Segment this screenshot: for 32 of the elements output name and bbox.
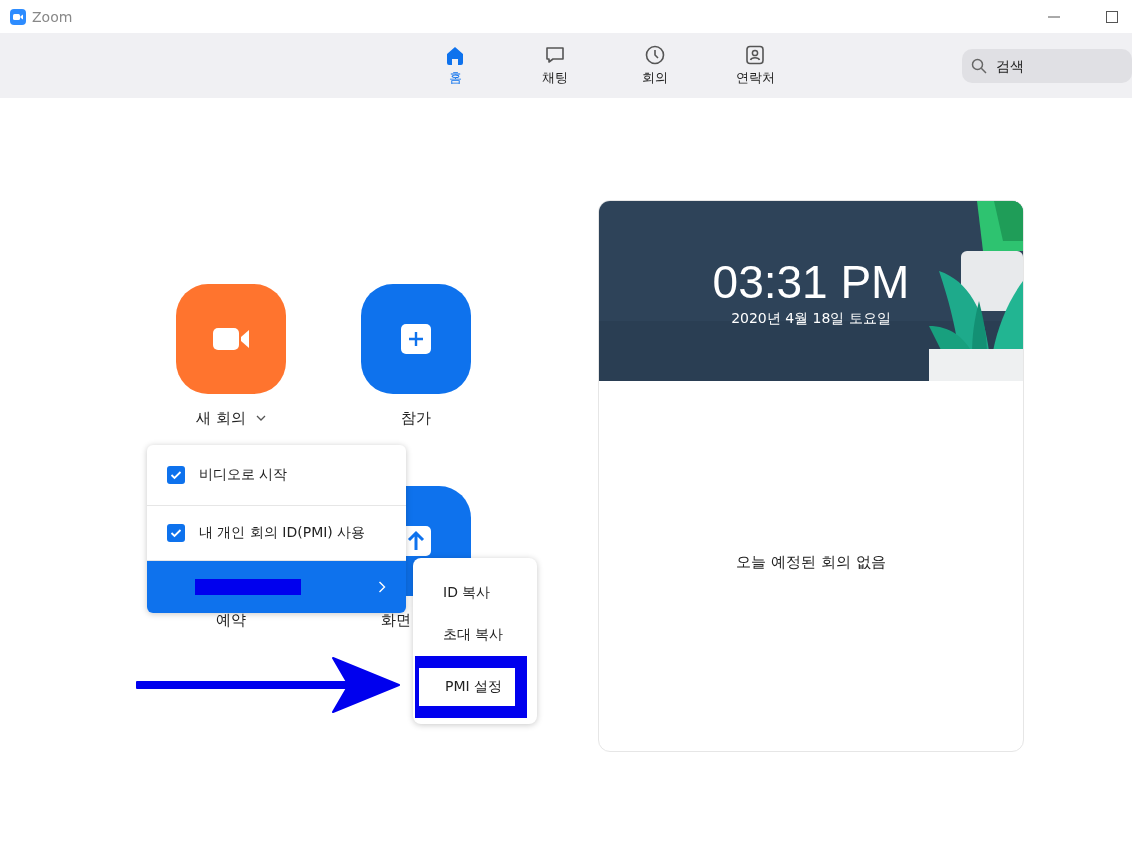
- empty-message: 오늘 예정된 회의 없음: [736, 552, 886, 572]
- window-title: Zoom: [32, 8, 73, 25]
- chat-icon: [544, 44, 566, 66]
- nav-tab[interactable]: 연락처: [705, 33, 805, 98]
- action-label: 참가: [401, 408, 431, 428]
- home-icon: [444, 44, 466, 66]
- menu-item[interactable]: [147, 560, 406, 613]
- caret-icon[interactable]: [255, 415, 266, 421]
- nav-tab[interactable]: 채팅: [505, 33, 605, 98]
- menu-item[interactable]: ID 복사: [413, 572, 537, 614]
- clock-time: 03:31 PM: [712, 257, 910, 308]
- search-field[interactable]: 검색: [962, 48, 1132, 83]
- maximize-icon[interactable]: [1106, 10, 1118, 23]
- action-button[interactable]: [361, 284, 471, 394]
- action-button[interactable]: [176, 284, 286, 394]
- menu-item[interactable]: 비디오로 시작: [147, 445, 406, 505]
- action-label: 예약: [216, 610, 246, 630]
- clock-icon: [644, 44, 666, 66]
- menu-item[interactable]: PMI 설정: [415, 656, 527, 718]
- contact-icon: [744, 44, 766, 66]
- action-label: 화면: [381, 610, 411, 630]
- date-text: 2020년 4월 18일 토요일: [731, 309, 891, 328]
- plus-icon: [401, 324, 431, 354]
- nav-tab[interactable]: 회의: [605, 33, 705, 98]
- search-icon: [971, 57, 987, 74]
- chevron-right-icon: [378, 581, 386, 593]
- checkbox[interactable]: [167, 524, 185, 542]
- menu-item[interactable]: 초대 복사: [413, 614, 537, 656]
- action-label: 새 회의: [196, 408, 246, 428]
- checkbox[interactable]: [167, 466, 185, 484]
- nav-tab[interactable]: 홈: [405, 33, 505, 98]
- app-logo-icon: [10, 8, 26, 25]
